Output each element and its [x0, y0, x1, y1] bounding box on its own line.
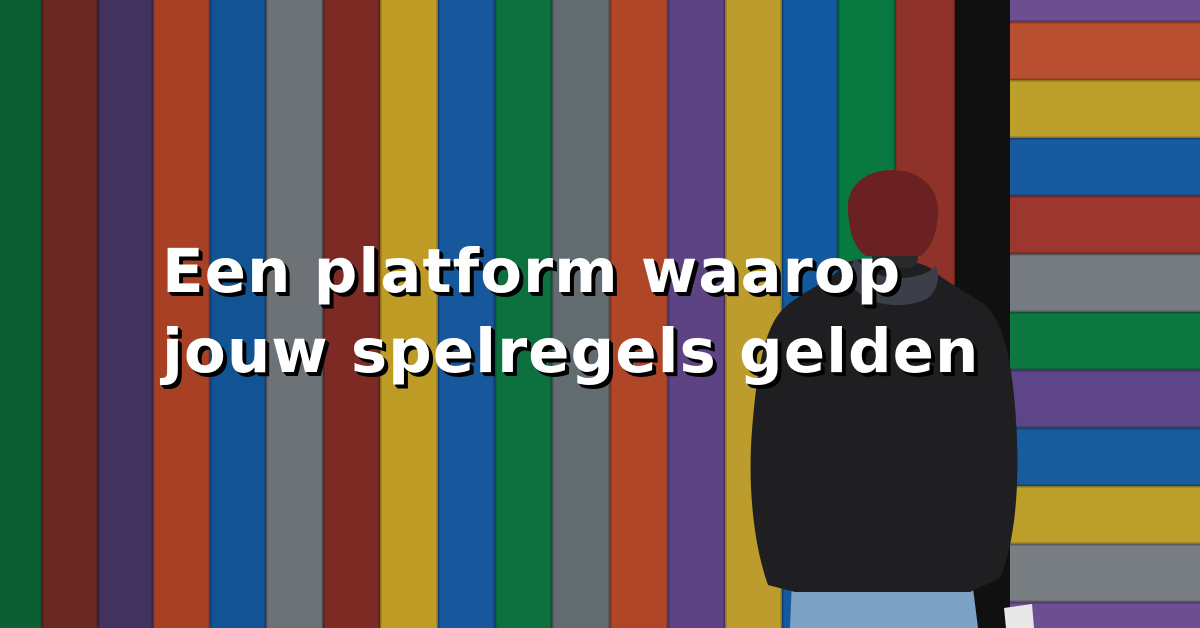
headline-line-2: jouw spelregels gelden [162, 316, 980, 387]
banner: Een platform waarop jouw spelregels geld… [0, 0, 1200, 628]
headline: Een platform waarop jouw spelregels geld… [162, 232, 1062, 392]
person-paper [1004, 604, 1034, 628]
headline-line-1: Een platform waarop [162, 236, 902, 307]
